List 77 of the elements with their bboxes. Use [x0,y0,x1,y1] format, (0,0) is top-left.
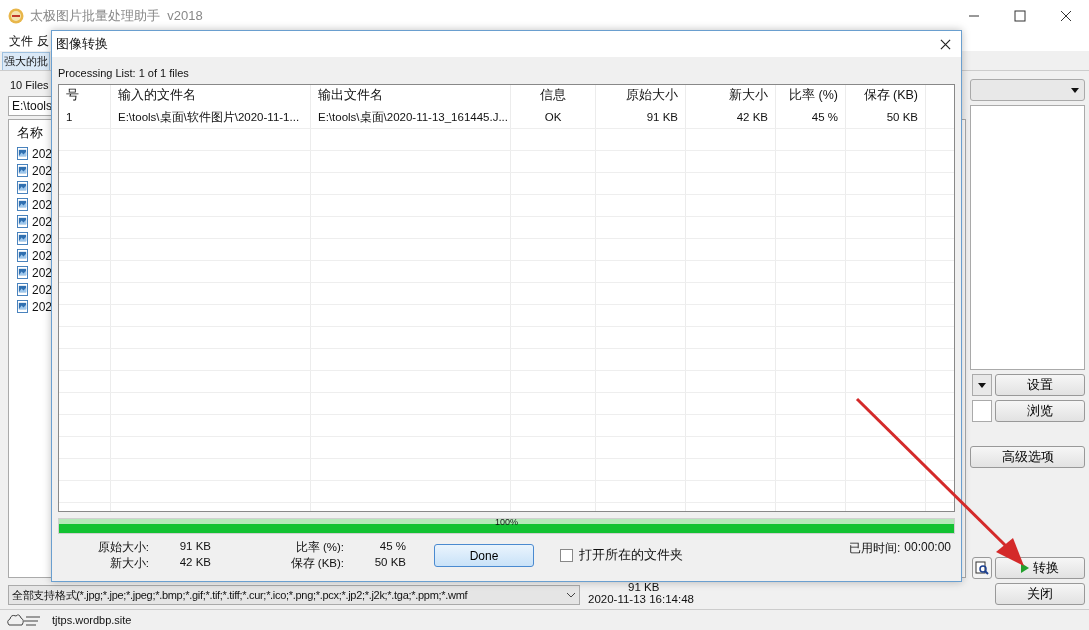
table-cell: E:\tools\桌面\2020-11-13_161445.J... [311,107,511,128]
table-cell: 91 KB [596,107,686,128]
column-header: 原始大小 [596,85,686,107]
settings-button[interactable]: 设置 [995,374,1085,396]
stat-value: 42 KB [178,556,212,570]
tab[interactable]: 强大的批 [2,52,50,70]
elapsed-label: 已用时间: [848,540,901,557]
convert-button[interactable]: 转换 [995,557,1085,579]
play-icon [1021,563,1029,573]
image-file-icon [17,232,28,245]
close-button[interactable]: 关闭 [995,583,1085,605]
column-header: 比率 (%) [776,85,846,107]
file-count: 10 Files [9,79,50,93]
image-file-icon [17,300,28,313]
table-cell: 42 KB [686,107,776,128]
stat-value: 91 KB [178,540,212,554]
stat-label: 原始大小: [97,540,149,555]
magnifier-icon [975,561,989,575]
preview-button[interactable] [972,557,992,579]
stat-value: 45 % [378,540,407,554]
image-file-icon [17,198,28,211]
browse-button[interactable]: 浏览 [995,400,1085,422]
column-header: 输入的文件名 [111,85,311,107]
image-file-icon [17,249,28,262]
table-cell: 1 [59,107,111,128]
list-caption: Processing List: 1 of 1 files [58,67,190,79]
menu-item[interactable]: 反 [37,32,49,50]
dropdown[interactable] [972,374,992,396]
file-size: 91 KB [627,581,661,593]
format-dropdown[interactable]: 全部支持格式(*.jpg;*.jpe;*.jpeg;*.bmp;*.gif;*.tif;*.tiff;*.cur;*.ico;*.png;*.pcx;*.jp2;*.j2k;*.tga;*.ppm;*.wmf [8,585,580,605]
file-name[interactable]: 202 [32,282,53,297]
dropdown-arrow-icon [1071,87,1079,93]
chevron-down-icon [566,592,576,598]
close-icon[interactable] [940,38,951,50]
window-title: 太极图片批量处理助手 v2018 [30,6,203,25]
image-file-icon [17,283,28,296]
file-name[interactable]: 202 [32,214,53,229]
image-file-icon [17,147,28,160]
column-header: 信息 [511,85,596,107]
file-name[interactable]: 202 [32,299,53,314]
column-header: 输出文件名 [311,85,511,107]
app-logo-icon [8,7,24,24]
file-name[interactable]: 202 [32,248,53,263]
column-header: 新大小 [686,85,776,107]
input-field[interactable] [972,400,992,422]
file-name[interactable]: 202 [32,231,53,246]
advanced-options-button[interactable]: 高级选项 [970,446,1085,468]
checkbox[interactable] [560,549,573,562]
checkbox-label[interactable]: 打开所在的文件夹 [579,547,683,564]
dialog-title: 图像转换 [56,35,108,53]
cloud-icon [6,612,42,628]
stat-value: 50 KB [373,556,407,570]
file-name[interactable]: 202 [32,180,53,195]
image-file-icon [17,266,28,279]
menu-item[interactable]: 文件 [9,32,33,50]
file-date: 2020-11-13 16:14:48 [588,593,694,605]
column-header: 名称 [17,124,44,142]
file-name[interactable]: 202 [32,146,53,161]
image-file-icon [17,164,28,177]
stat-label: 保存 (KB): [290,556,344,571]
elapsed-time: 00:00:00 [904,540,951,556]
file-name[interactable]: 202 [32,163,53,178]
dropdown-arrow-icon [978,382,986,388]
table-cell: 50 KB [846,107,926,128]
image-file-icon [17,181,28,194]
stat-label: 比率 (%): [295,540,344,555]
image-file-icon [17,215,28,228]
table-cell: E:\tools\桌面\软件图片\2020-11-1... [111,107,311,128]
stat-label: 新大小: [109,556,149,571]
file-name[interactable]: 202 [32,265,53,280]
table-cell: 45 % [776,107,846,128]
done-button[interactable]: Done [434,544,534,567]
column-header: 号 [59,85,111,107]
column-header: 保存 (KB) [846,85,926,107]
file-name[interactable]: 202 [32,197,53,212]
table-cell: OK [511,107,596,128]
status-text: tjtps.wordbp.site [52,614,132,626]
